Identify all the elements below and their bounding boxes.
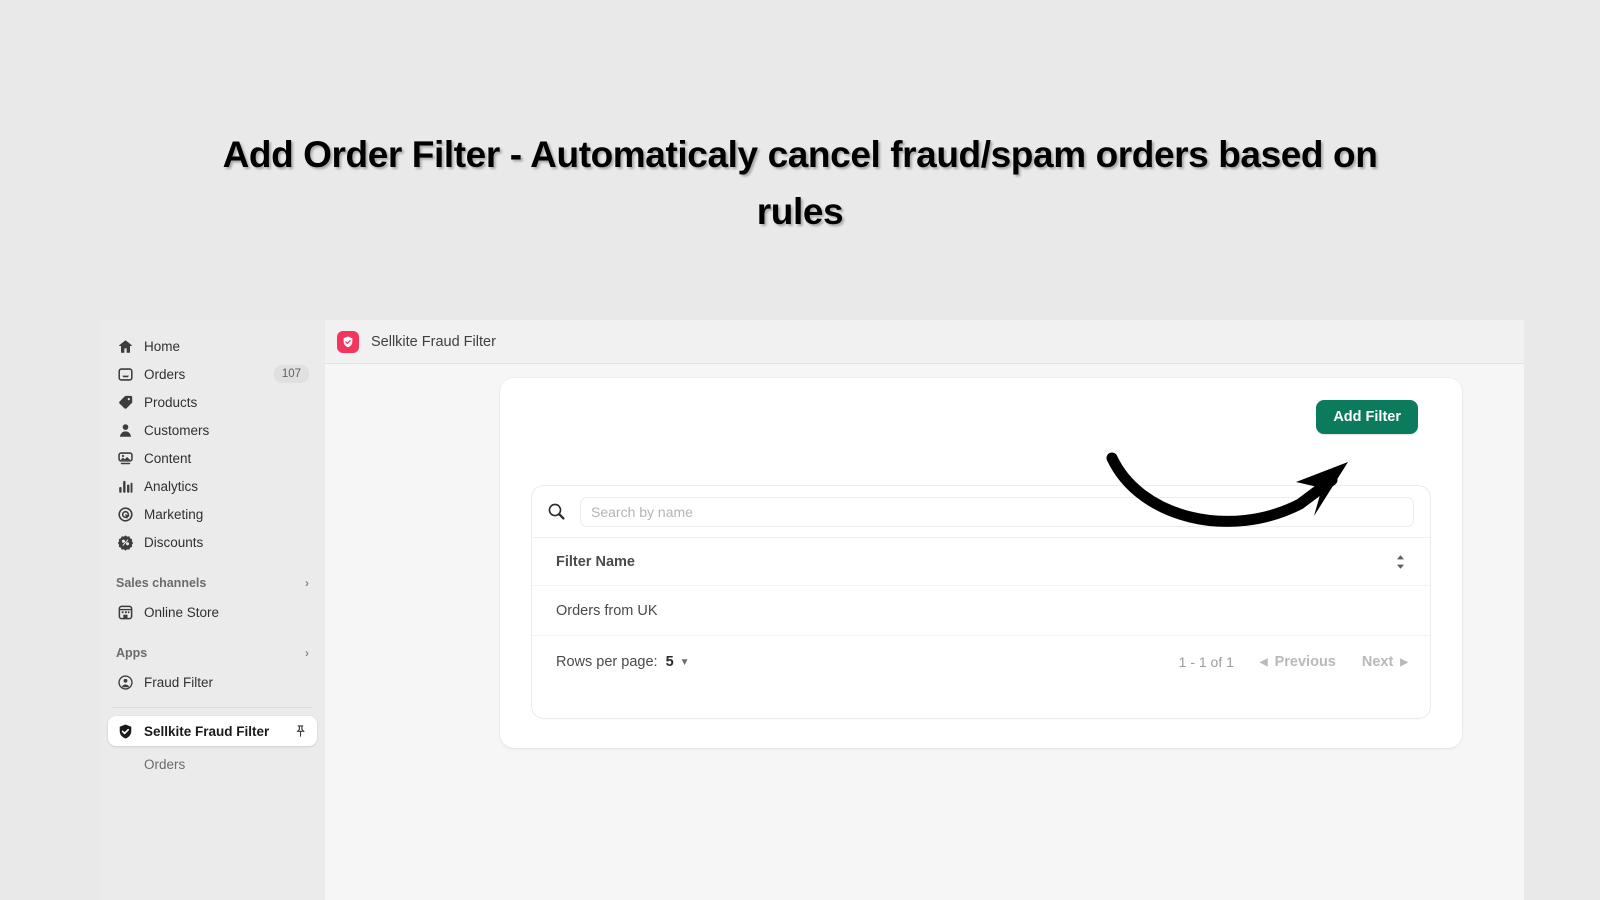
sidebar: Home Orders 107 Products Customers Conte…	[100, 320, 325, 900]
sidebar-item-marketing[interactable]: Marketing	[108, 500, 317, 528]
sidebar-divider	[112, 707, 313, 708]
table-row[interactable]: Orders from UK	[532, 586, 1430, 636]
products-icon	[116, 393, 134, 411]
chevron-right-icon: ›	[305, 576, 309, 590]
column-header-filter-name: Filter Name	[556, 553, 635, 570]
sidebar-item-label: Fraud Filter	[144, 674, 214, 690]
sidebar-item-home[interactable]: Home	[108, 332, 317, 360]
search-icon	[546, 501, 568, 523]
sidebar-group-sales-channels[interactable]: Sales channels ›	[108, 570, 317, 596]
next-page-label: Next	[1361, 654, 1394, 670]
orders-icon	[116, 365, 134, 383]
sidebar-item-label: Analytics	[144, 478, 199, 494]
card-actions: Add Filter	[500, 378, 1462, 434]
sidebar-group-label: Sales channels	[116, 576, 207, 590]
app-topbar-title: Sellkite Fraud Filter	[371, 333, 496, 350]
analytics-icon	[116, 477, 134, 495]
sidebar-item-sellkite-fraud-filter[interactable]: Sellkite Fraud Filter	[108, 716, 317, 746]
sidebar-item-online-store[interactable]: Online Store	[108, 598, 317, 626]
sidebar-group-apps[interactable]: Apps ›	[108, 640, 317, 666]
customers-icon	[116, 421, 134, 439]
previous-page-label: Previous	[1274, 654, 1336, 670]
triangle-right-icon: ▶	[1400, 656, 1408, 668]
rows-per-page-control[interactable]: Rows per page: 5 ▼	[556, 654, 690, 670]
sidebar-item-label: Products	[144, 394, 198, 410]
filters-card: Add Filter Filter Name Orders from U	[500, 378, 1462, 748]
cell-filter-name: Orders from UK	[556, 602, 658, 619]
rows-per-page-value: 5	[665, 654, 674, 670]
sidebar-item-label: Customers	[144, 422, 210, 438]
sidebar-item-label: Home	[144, 338, 181, 354]
rows-per-page-label: Rows per page:	[556, 654, 658, 670]
sidebar-item-orders[interactable]: Orders 107	[108, 360, 317, 388]
app-shell: Home Orders 107 Products Customers Conte…	[100, 320, 1524, 900]
search-input[interactable]	[580, 496, 1414, 527]
shield-check-icon	[116, 722, 134, 740]
sidebar-item-discounts[interactable]: Discounts	[108, 528, 317, 556]
sellkite-app-icon	[337, 330, 359, 353]
sidebar-item-analytics[interactable]: Analytics	[108, 472, 317, 500]
sidebar-subitem-orders[interactable]: Orders	[108, 752, 317, 776]
add-filter-button[interactable]: Add Filter	[1316, 400, 1418, 434]
pin-icon[interactable]	[291, 722, 309, 740]
sidebar-item-label: Orders	[144, 366, 186, 382]
sidebar-subitem-label: Orders	[144, 756, 186, 772]
sidebar-item-label: Sellkite Fraud Filter	[144, 723, 270, 739]
store-icon	[116, 603, 134, 621]
sort-icon[interactable]	[1394, 554, 1408, 570]
fraud-filter-app-icon	[116, 673, 134, 691]
chevron-down-icon: ▼	[679, 656, 690, 668]
table-header-row: Filter Name	[532, 538, 1430, 586]
triangle-left-icon: ◀	[1259, 656, 1268, 668]
sidebar-item-content[interactable]: Content	[108, 444, 317, 472]
discounts-icon	[116, 533, 134, 551]
sidebar-item-label: Content	[144, 450, 192, 466]
sidebar-item-label: Online Store	[144, 604, 220, 620]
search-row	[532, 486, 1430, 538]
sidebar-item-label: Marketing	[144, 506, 204, 522]
content-icon	[116, 449, 134, 467]
sidebar-item-fraud-filter[interactable]: Fraud Filter	[108, 668, 317, 696]
app-topbar: Sellkite Fraud Filter	[325, 320, 1524, 364]
chevron-right-icon: ›	[305, 646, 309, 660]
pagination-bar: Rows per page: 5 ▼ 1 - 1 of 1 ◀ Previous…	[532, 636, 1430, 688]
sidebar-item-products[interactable]: Products	[108, 388, 317, 416]
pagination-range: 1 - 1 of 1	[1178, 654, 1234, 670]
main-content: Sellkite Fraud Filter Add Filter Filter …	[325, 320, 1524, 900]
sidebar-item-label: Discounts	[144, 534, 204, 550]
next-page-button[interactable]: Next ▶	[1362, 654, 1408, 670]
marketing-icon	[116, 505, 134, 523]
sidebar-item-customers[interactable]: Customers	[108, 416, 317, 444]
page-title: Add Order Filter - Automaticaly cancel f…	[222, 134, 1378, 233]
home-icon	[116, 337, 134, 355]
previous-page-button[interactable]: ◀ Previous	[1260, 654, 1336, 670]
sidebar-group-label: Apps	[116, 646, 148, 660]
filters-table-card: Filter Name Orders from UK Rows per page…	[532, 486, 1430, 718]
orders-count-badge: 107	[273, 364, 309, 384]
